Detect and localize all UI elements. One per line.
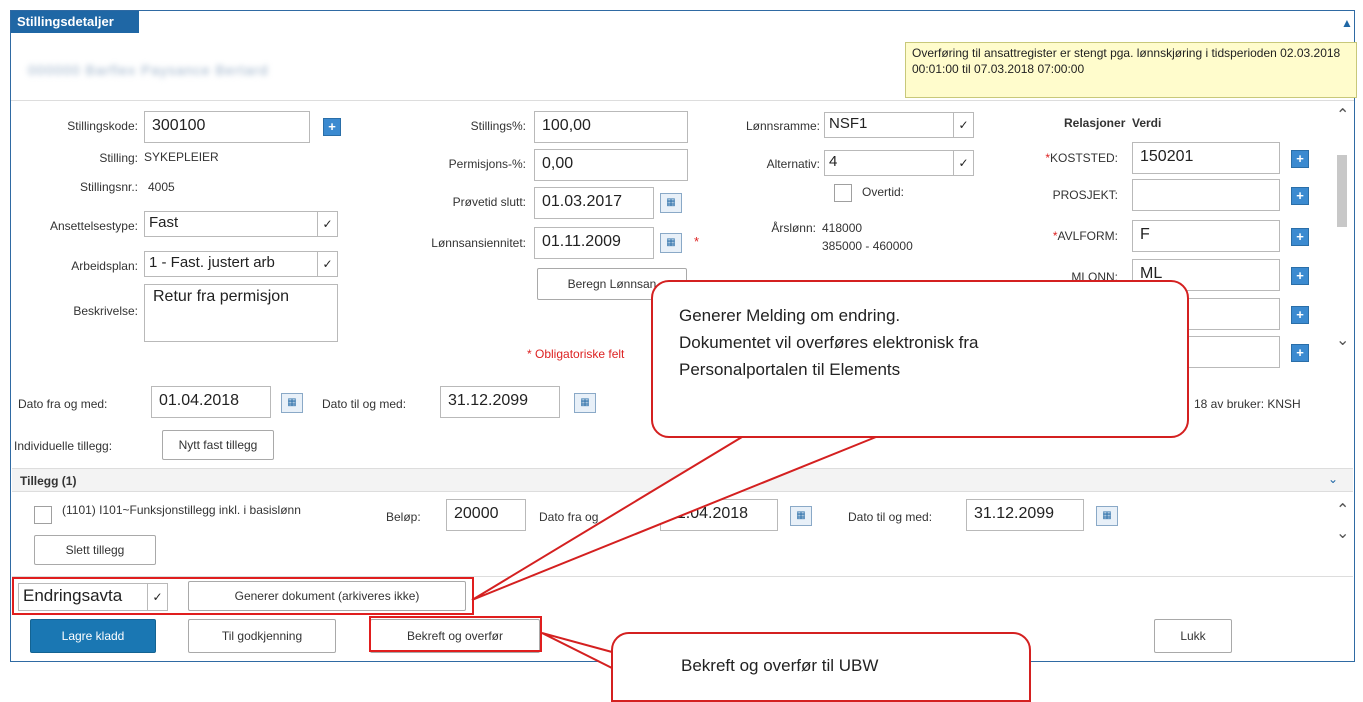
callout-bekreft-text: Bekreft og overfør til UBW: [681, 656, 879, 675]
callout-generer-line1: Generer Melding om endring.: [679, 306, 901, 325]
callout-generer-line2: Dokumentet vil overføres elektronisk fra: [679, 333, 979, 352]
callout-pointer-2: [541, 632, 613, 670]
callout-generer-line3: Personalportalen til Elements: [679, 360, 901, 379]
callout-pointer-1: [471, 436, 877, 601]
callout-generer: Generer Melding om endring. Dokumentet v…: [651, 280, 1189, 438]
callout-bekreft: Bekreft og overfør til UBW: [611, 632, 1031, 702]
